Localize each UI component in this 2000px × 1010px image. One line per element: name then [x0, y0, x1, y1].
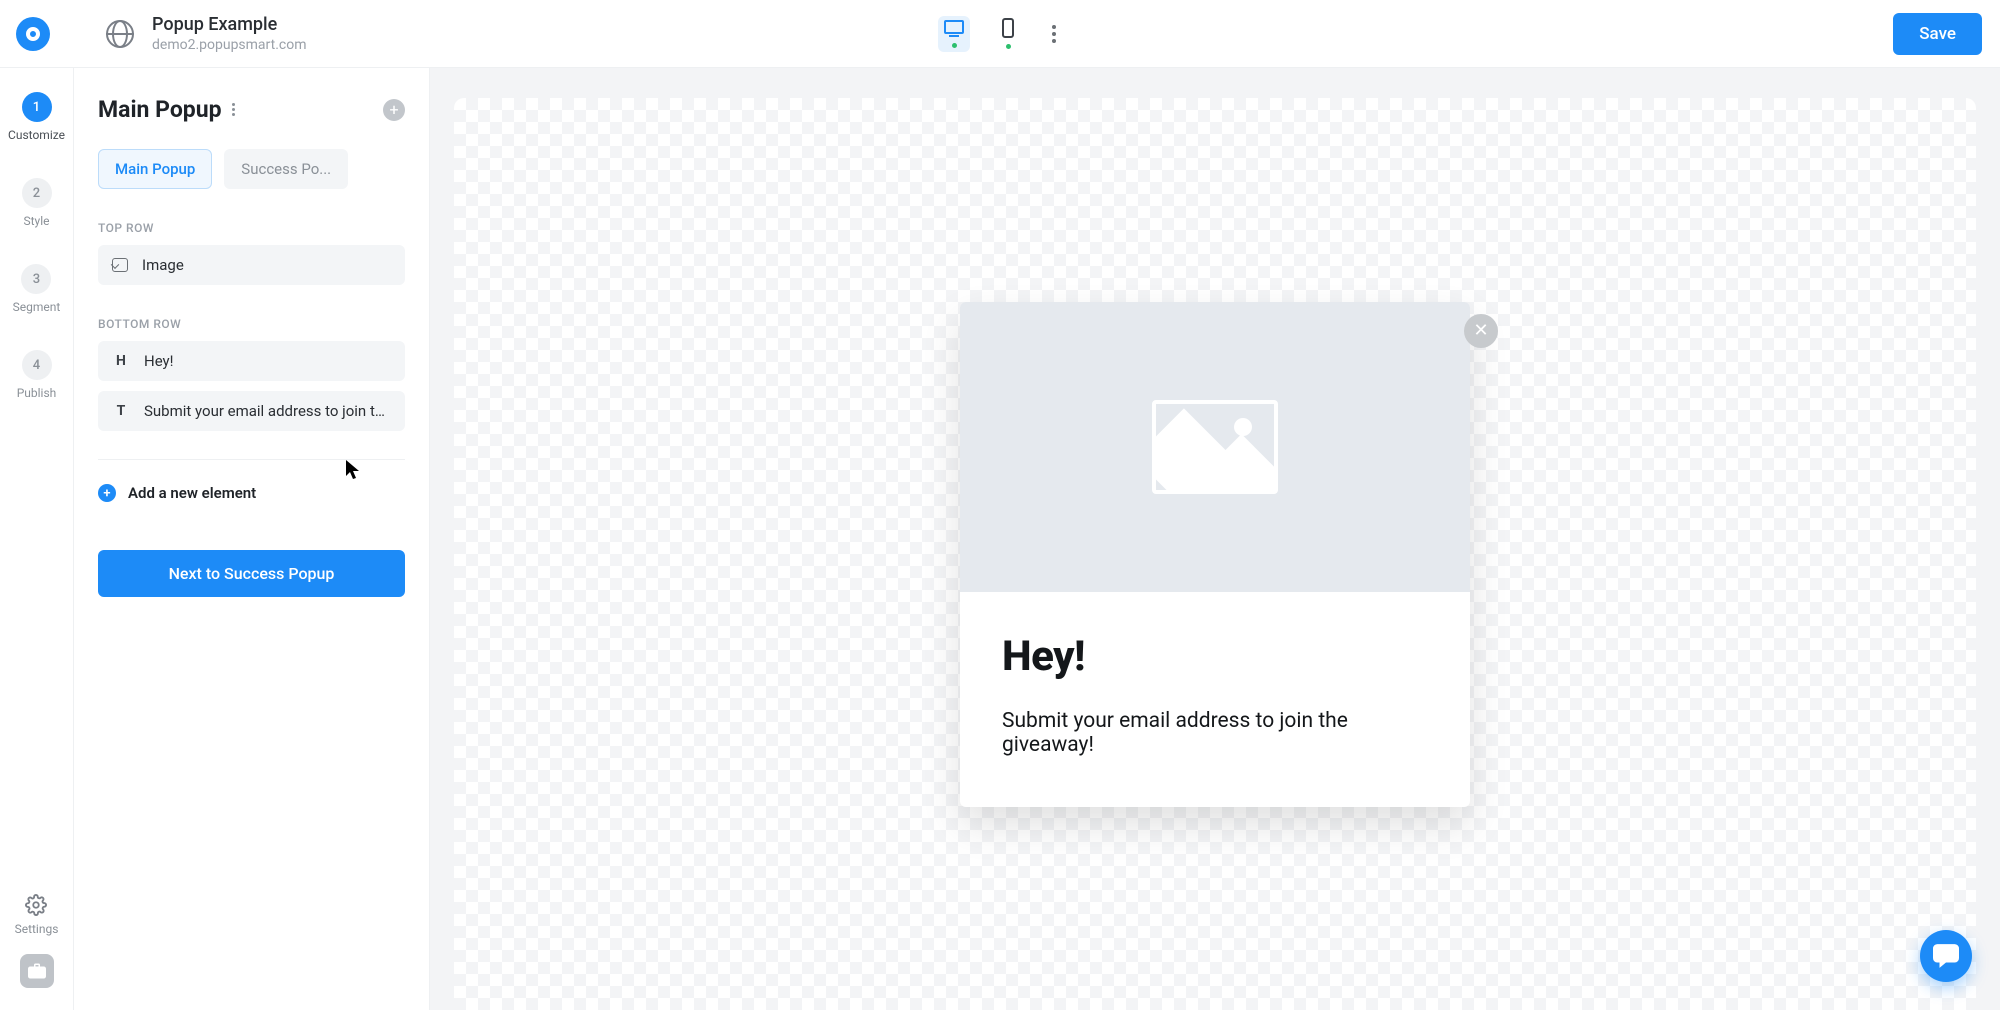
step-style[interactable]: 2 Style [22, 178, 52, 228]
globe-icon [106, 20, 134, 48]
project-title-block: Popup Example demo2.popupsmart.com [152, 14, 307, 53]
add-element-button[interactable]: + Add a new element [98, 484, 405, 502]
element-item-text[interactable]: T Submit your email address to join th..… [98, 391, 405, 431]
step-rail: 1 Customize 2 Style 3 Segment 4 Publish … [0, 68, 74, 1010]
popup-headline[interactable]: Hey! [1002, 632, 1428, 681]
step-number: 2 [22, 178, 52, 208]
element-item-headline[interactable]: H Hey! [98, 341, 405, 381]
popup-image-area[interactable] [960, 302, 1470, 592]
next-button[interactable]: Next to Success Popup [98, 550, 405, 597]
device-desktop-button[interactable] [938, 16, 970, 52]
briefcase-icon [28, 963, 46, 979]
settings-button[interactable]: Settings [15, 894, 59, 936]
project-title: Popup Example [152, 14, 307, 35]
section-top-row-label: TOP ROW [98, 221, 405, 235]
section-bottom-row-label: BOTTOM ROW [98, 317, 405, 331]
panel-title: Main Popup [98, 96, 222, 123]
panel-title-menu-button[interactable] [232, 103, 235, 116]
text-icon: T [112, 402, 130, 420]
settings-label: Settings [15, 922, 59, 936]
save-button[interactable]: Save [1893, 13, 1982, 55]
element-label: Image [142, 256, 391, 274]
more-menu-button[interactable] [1046, 19, 1062, 49]
element-label: Submit your email address to join th... [144, 402, 391, 420]
plus-icon: + [98, 484, 116, 502]
popup-close-button[interactable]: ✕ [1464, 314, 1498, 348]
image-icon [112, 258, 128, 272]
heading-icon: H [112, 352, 130, 370]
add-element-label: Add a new element [128, 484, 256, 502]
project-domain: demo2.popupsmart.com [152, 37, 307, 53]
popup-preview[interactable]: ✕ Hey! Submit your email address to join… [960, 302, 1470, 807]
tab-main-popup[interactable]: Main Popup [98, 149, 212, 189]
step-label: Publish [17, 386, 57, 400]
step-label: Style [23, 214, 49, 228]
step-label: Customize [8, 128, 65, 142]
top-bar: Popup Example demo2.popupsmart.com Save [0, 0, 2000, 68]
add-step-button[interactable]: + [383, 99, 405, 121]
status-dot-icon [952, 43, 957, 48]
element-item-image[interactable]: Image [98, 245, 405, 285]
step-number: 1 [22, 92, 52, 122]
popup-subtext[interactable]: Submit your email address to join the gi… [1002, 709, 1428, 757]
step-number: 4 [22, 350, 52, 380]
step-label: Segment [13, 300, 61, 314]
element-label: Hey! [144, 352, 391, 370]
gear-icon [25, 894, 47, 916]
device-mobile-button[interactable] [992, 16, 1024, 52]
device-switch [938, 16, 1062, 52]
preview-viewport: ✕ Hey! Submit your email address to join… [454, 98, 1976, 1010]
step-customize[interactable]: 1 Customize [8, 92, 65, 142]
close-icon: ✕ [1473, 320, 1488, 341]
step-number: 3 [21, 264, 51, 294]
preview-canvas: ✕ Hey! Submit your email address to join… [430, 68, 2000, 1010]
step-publish[interactable]: 4 Publish [17, 350, 57, 400]
status-dot-icon [1006, 44, 1011, 49]
mobile-icon [1002, 18, 1014, 38]
desktop-icon [944, 20, 964, 37]
toolbox-button[interactable] [20, 954, 54, 988]
side-panel: Main Popup + Main Popup Success Po... TO… [74, 68, 430, 1010]
chat-launcher-button[interactable] [1920, 930, 1972, 982]
step-segment[interactable]: 3 Segment [13, 264, 61, 314]
brand-logo[interactable] [16, 17, 50, 51]
chat-icon [1933, 944, 1959, 968]
image-placeholder-icon [1152, 400, 1278, 494]
popup-steps-tabs: Main Popup Success Po... [98, 149, 405, 189]
tab-success-popup[interactable]: Success Po... [224, 149, 348, 189]
